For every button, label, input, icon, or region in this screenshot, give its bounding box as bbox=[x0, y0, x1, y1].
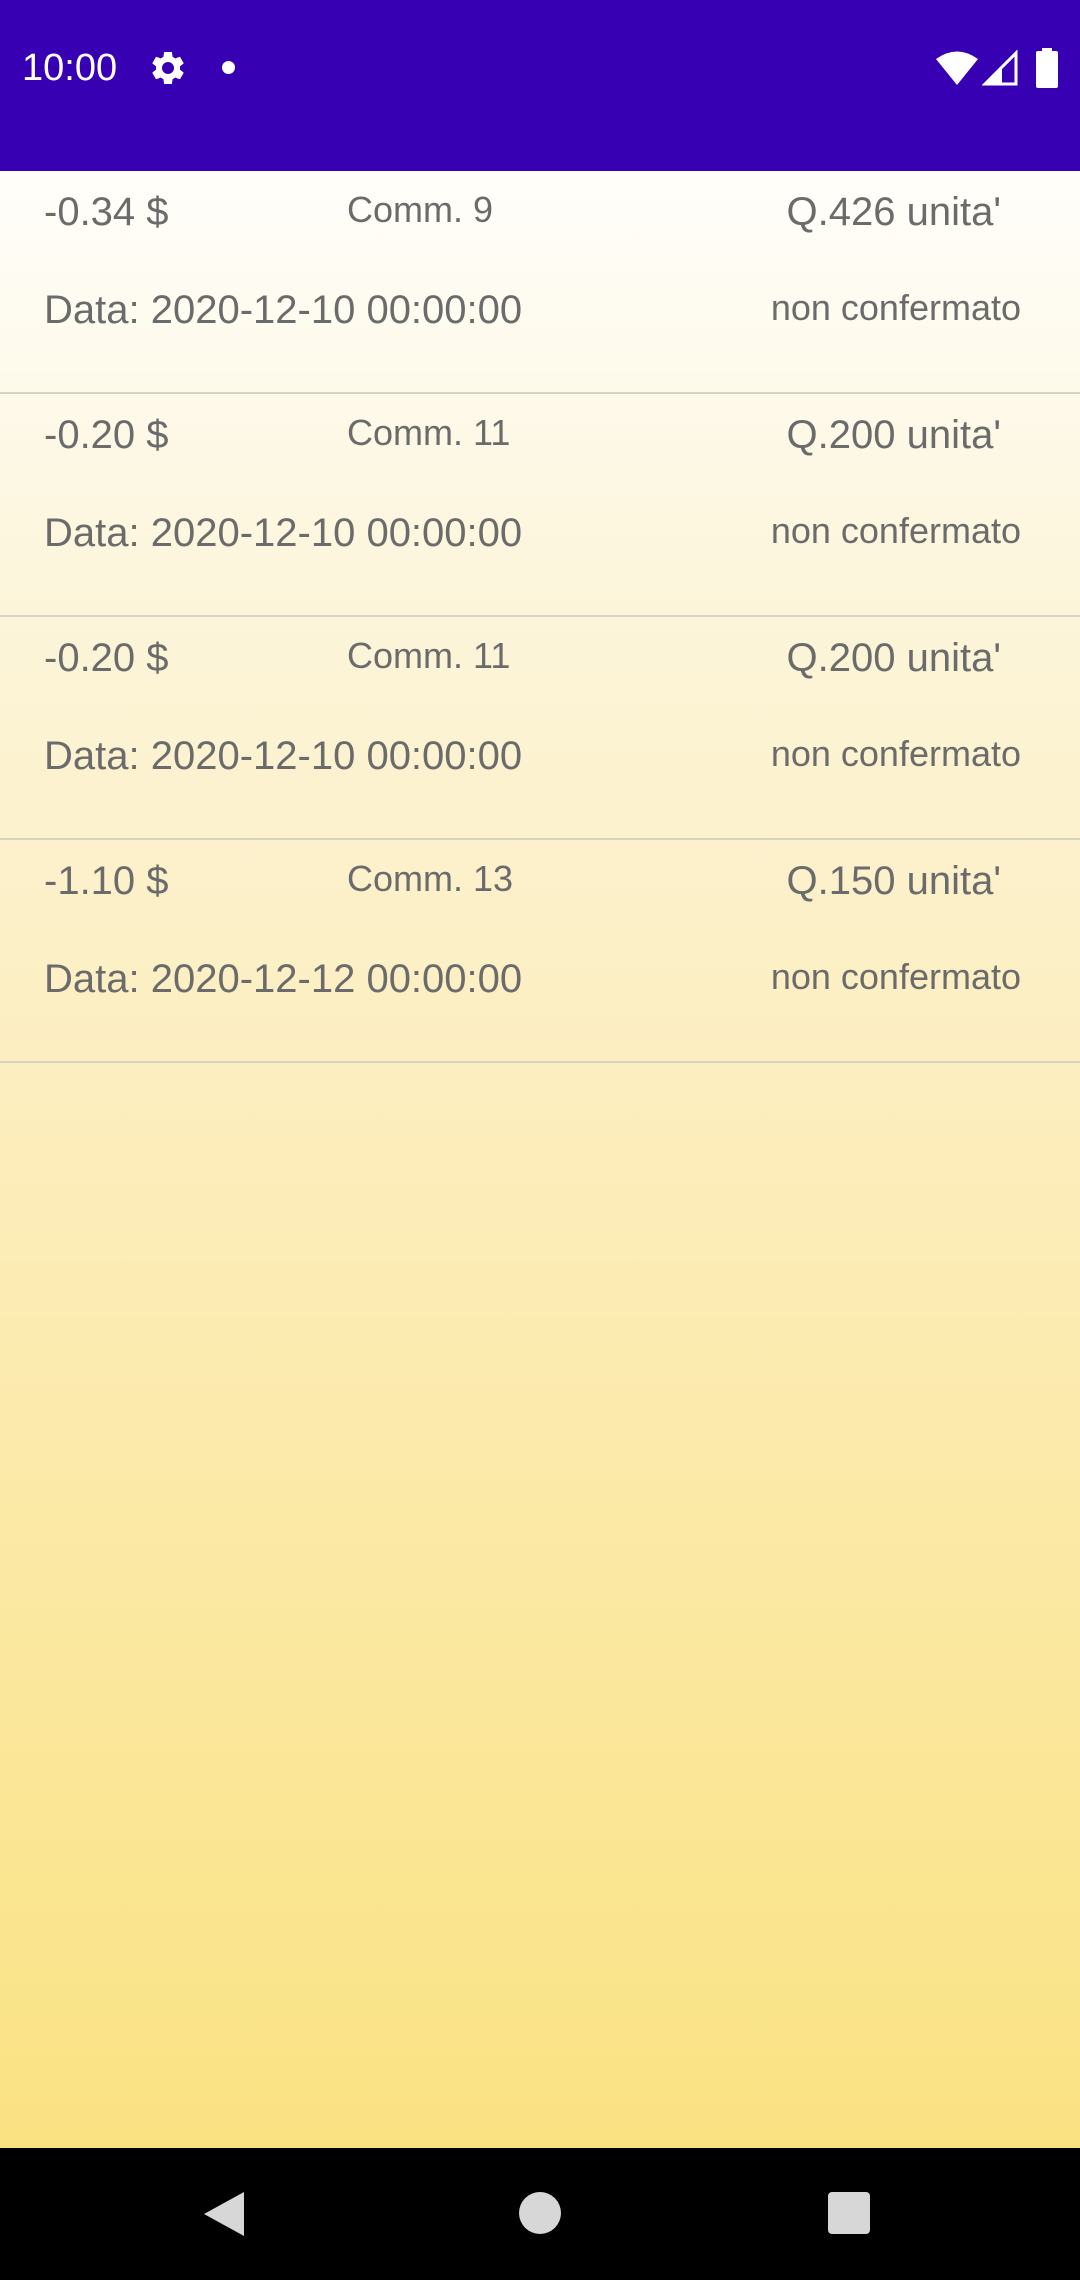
order-price: -1.10 $ bbox=[44, 859, 169, 903]
battery-icon bbox=[1036, 48, 1058, 88]
order-status: non confermato bbox=[770, 733, 1021, 774]
list-item[interactable]: -0.34 $ Comm. 9 Q.426 unita' Data: 2020-… bbox=[0, 171, 1080, 394]
order-price: -0.20 $ bbox=[44, 636, 169, 680]
order-price: -0.20 $ bbox=[44, 413, 169, 457]
navigation-bar bbox=[0, 2148, 1080, 2280]
order-status: non confermato bbox=[770, 510, 1021, 551]
order-list-screen: -0.34 $ Comm. 9 Q.426 unita' Data: 2020-… bbox=[0, 171, 1080, 2148]
order-list: -0.34 $ Comm. 9 Q.426 unita' Data: 2020-… bbox=[0, 171, 1080, 1063]
order-date: Data: 2020-12-10 00:00:00 bbox=[44, 734, 523, 778]
order-quantity: Q.200 unita' bbox=[786, 636, 1001, 680]
list-item[interactable]: -1.10 $ Comm. 13 Q.150 unita' Data: 2020… bbox=[0, 840, 1080, 1063]
order-status: non confermato bbox=[770, 287, 1021, 328]
order-status: non confermato bbox=[770, 956, 1021, 997]
cell-signal-icon bbox=[982, 50, 1018, 86]
order-price: -0.34 $ bbox=[44, 190, 169, 234]
status-bar: 10:00 bbox=[0, 0, 1080, 171]
order-date: Data: 2020-12-10 00:00:00 bbox=[44, 511, 523, 555]
recents-icon[interactable] bbox=[828, 2192, 870, 2234]
home-icon[interactable] bbox=[519, 2192, 561, 2234]
order-quantity: Q.200 unita' bbox=[786, 413, 1001, 457]
list-item[interactable]: -0.20 $ Comm. 11 Q.200 unita' Data: 2020… bbox=[0, 617, 1080, 840]
order-comm: Comm. 11 bbox=[347, 635, 511, 676]
status-time: 10:00 bbox=[22, 47, 118, 89]
order-date: Data: 2020-12-12 00:00:00 bbox=[44, 957, 523, 1001]
back-icon[interactable] bbox=[200, 2190, 246, 2238]
order-comm: Comm. 11 bbox=[347, 412, 511, 453]
order-comm: Comm. 9 bbox=[347, 189, 494, 230]
order-quantity: Q.150 unita' bbox=[786, 859, 1001, 903]
wifi-icon bbox=[936, 51, 978, 85]
gear-icon bbox=[152, 51, 184, 84]
order-quantity: Q.426 unita' bbox=[786, 190, 1001, 234]
order-comm: Comm. 13 bbox=[347, 858, 514, 899]
notification-dot-icon bbox=[222, 61, 235, 74]
list-item[interactable]: -0.20 $ Comm. 11 Q.200 unita' Data: 2020… bbox=[0, 394, 1080, 617]
order-date: Data: 2020-12-10 00:00:00 bbox=[44, 288, 523, 332]
